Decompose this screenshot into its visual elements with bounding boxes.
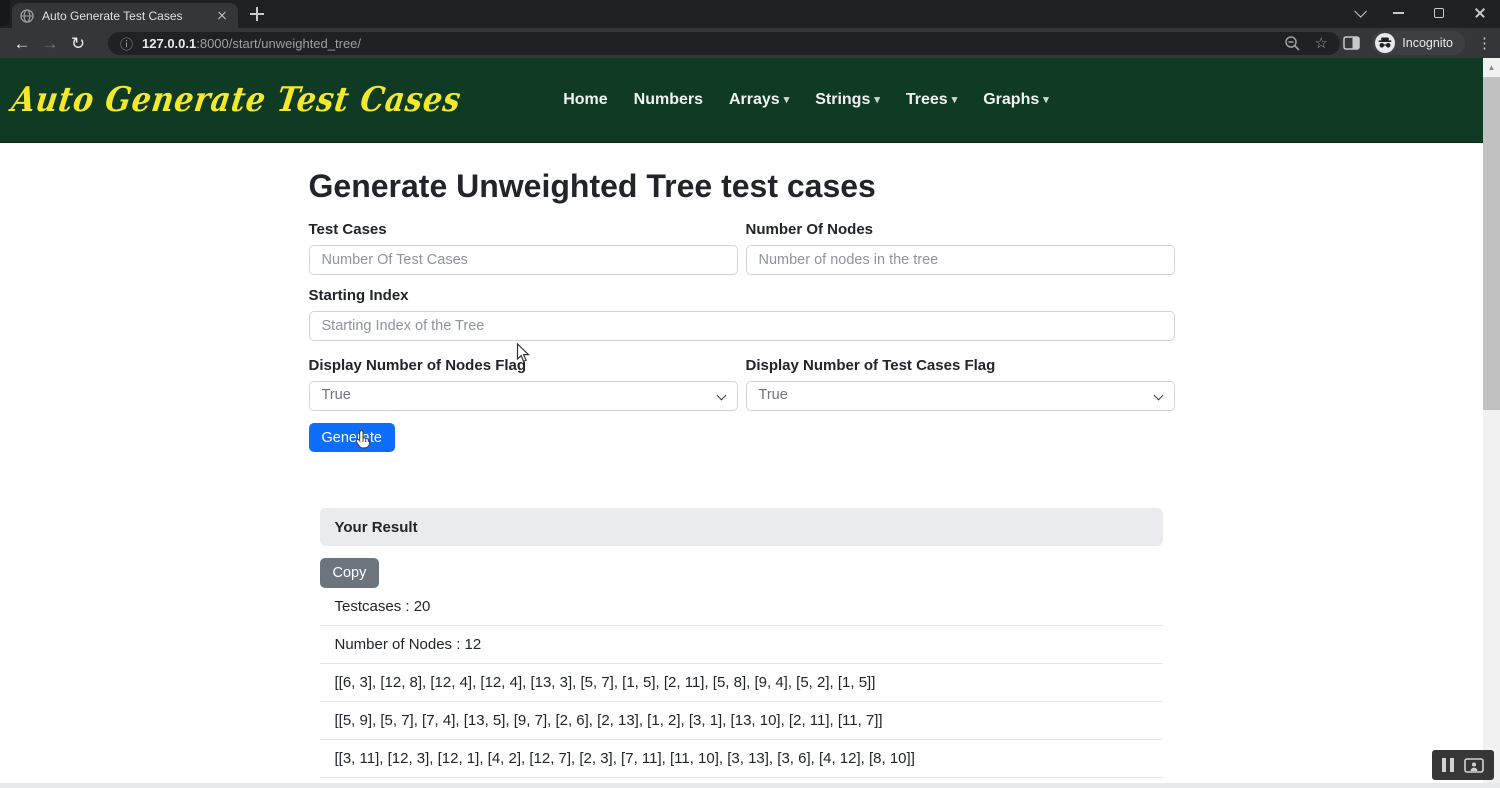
pause-icon[interactable] [1442, 758, 1454, 772]
starting-index-input[interactable] [309, 311, 1175, 341]
site-navbar: Auto Generate Test Cases Home Numbers Ar… [0, 58, 1483, 143]
toolbar-right: Incognito ⋮ [1343, 28, 1492, 58]
tab-title: Auto Generate Test Cases [42, 9, 214, 23]
incognito-label: Incognito [1402, 36, 1453, 50]
window-controls [1354, 0, 1500, 26]
incognito-badge: Incognito [1372, 31, 1465, 55]
test-cases-input[interactable] [309, 245, 738, 275]
nav-item-home[interactable]: Home [552, 83, 618, 117]
side-panel-icon[interactable] [1343, 36, 1360, 50]
test-cases-label: Test Cases [309, 221, 738, 238]
picture-in-picture-icon[interactable] [1464, 758, 1484, 773]
browser-window: Auto Generate Test Cases ← → ↻ ⓘ 127.0.0… [0, 0, 1500, 788]
display-nodes-flag-select[interactable]: True [309, 381, 738, 411]
omnibox-actions: ☆ [1284, 35, 1328, 52]
caret-down-icon: ▾ [1043, 94, 1049, 106]
site-logo[interactable]: Auto Generate Test Cases [9, 80, 464, 120]
copy-button[interactable]: Copy [320, 558, 380, 588]
result-row: [[6, 3], [12, 8], [12, 4], [12, 4], [13,… [320, 664, 1163, 702]
zoom-icon[interactable] [1284, 35, 1301, 52]
scrollbar-thumb[interactable] [1483, 77, 1500, 410]
tab-close-icon[interactable] [214, 8, 230, 24]
back-icon[interactable]: ← [8, 35, 36, 52]
caret-down-icon: ▾ [784, 94, 790, 106]
nav-item-strings[interactable]: Strings▾ [804, 83, 891, 117]
display-nodes-flag-label: Display Number of Nodes Flag [309, 357, 738, 374]
result-row: Number of Nodes : 12 [320, 626, 1163, 664]
display-testcases-flag-label: Display Number of Test Cases Flag [746, 357, 1175, 374]
window-edge [0, 0, 10, 26]
incognito-spy-icon [1375, 33, 1395, 53]
tab-strip: Auto Generate Test Cases [0, 0, 1500, 28]
scroll-up-icon[interactable]: ▲ [1483, 58, 1500, 72]
menu-dots-icon[interactable]: ⋮ [1477, 36, 1492, 51]
main-content: Generate Unweighted Tree test cases Test… [309, 167, 1175, 788]
bookmark-star-icon[interactable]: ☆ [1315, 36, 1328, 51]
url-host: 127.0.0.1 [142, 36, 196, 51]
nav-item-arrays[interactable]: Arrays▾ [718, 83, 800, 117]
generate-button[interactable]: Generate [309, 423, 395, 452]
page-title: Generate Unweighted Tree test cases [309, 167, 1175, 205]
caret-down-icon: ▾ [874, 94, 880, 106]
chevron-down-icon [1153, 391, 1163, 401]
url-path: :8000/start/unweighted_tree/ [196, 36, 361, 51]
new-tab-icon[interactable] [250, 7, 264, 21]
number-of-nodes-label: Number Of Nodes [746, 221, 1175, 238]
chevron-down-icon [716, 391, 726, 401]
result-list: Testcases : 20 Number of Nodes : 12 [[6,… [320, 588, 1163, 788]
address-bar[interactable]: ⓘ 127.0.0.1 :8000/start/unweighted_tree/… [108, 32, 1340, 55]
reload-icon[interactable]: ↻ [64, 35, 92, 52]
forward-icon: → [36, 35, 64, 52]
window-bottom-edge [0, 783, 1500, 788]
result-row: [[5, 9], [5, 7], [7, 4], [13, 5], [9, 7]… [320, 702, 1163, 740]
globe-favicon-icon [20, 9, 34, 23]
nav-item-numbers[interactable]: Numbers [623, 83, 714, 117]
window-minimize-icon[interactable] [1393, 12, 1404, 14]
result-row: [[3, 11], [12, 3], [12, 1], [4, 2], [12,… [320, 740, 1163, 778]
media-control-overlay [1432, 750, 1494, 780]
number-of-nodes-input[interactable] [746, 245, 1175, 275]
caret-down-icon: ▾ [952, 94, 958, 106]
window-maximize-icon[interactable] [1434, 8, 1444, 18]
result-row: Testcases : 20 [320, 588, 1163, 626]
browser-tab[interactable]: Auto Generate Test Cases [12, 3, 238, 28]
page-viewport: Auto Generate Test Cases Home Numbers Ar… [0, 58, 1483, 788]
window-close-icon[interactable] [1474, 7, 1486, 19]
starting-index-label: Starting Index [309, 287, 1175, 304]
display-testcases-flag-select[interactable]: True [746, 381, 1175, 411]
window-chevron-icon[interactable] [1354, 5, 1367, 18]
result-panel: Your Result Copy Testcases : 20 Number o… [320, 508, 1163, 788]
result-header: Your Result [320, 508, 1163, 546]
nav-links: Home Numbers Arrays▾ Strings▾ Trees▾ Gra… [552, 83, 1060, 117]
nav-item-graphs[interactable]: Graphs▾ [972, 83, 1060, 117]
browser-toolbar: ← → ↻ ⓘ 127.0.0.1 :8000/start/unweighted… [0, 28, 1500, 58]
nav-item-trees[interactable]: Trees▾ [895, 83, 968, 117]
site-info-icon[interactable]: ⓘ [120, 34, 133, 53]
page-scrollbar[interactable]: ▲ [1483, 58, 1500, 788]
